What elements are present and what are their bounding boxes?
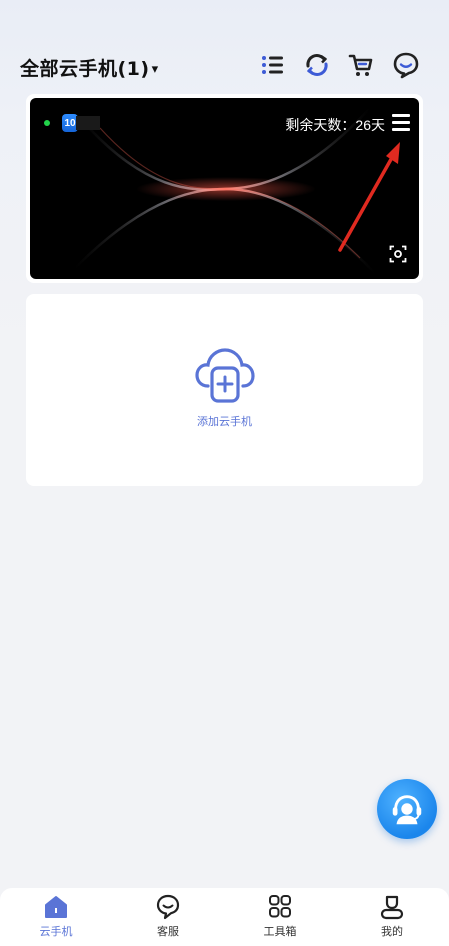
phone-menu-icon[interactable] [391, 112, 411, 132]
add-cloud-phone-icon [195, 348, 255, 403]
tab-cloud-phone[interactable]: 云手机 [11, 888, 101, 946]
chevron-down-icon: ▾ [151, 62, 159, 77]
phone-screen-preview[interactable]: 10 剩余天数：26天 [30, 98, 419, 279]
page-title: 全部云手机(1) [20, 58, 150, 80]
top-header: 全部云手机(1) ▾ [0, 44, 449, 88]
customer-service-fab[interactable] [377, 779, 437, 839]
tab-label: 客服 [157, 925, 179, 938]
list-icon[interactable] [258, 50, 288, 80]
add-cloud-phone-label: 添加云手机 [197, 415, 252, 428]
headset-agent-icon [392, 795, 422, 825]
tab-label: 工具箱 [263, 925, 297, 938]
message-icon[interactable] [391, 50, 421, 80]
cloud-phone-card[interactable]: 10 剩余天数：26天 [26, 94, 423, 283]
bottom-tab-bar: 云手机 客服 工具箱 我的 [0, 888, 449, 946]
refresh-icon[interactable] [302, 50, 332, 80]
tab-label: 我的 [381, 925, 403, 938]
profile-icon [380, 895, 404, 920]
cart-icon[interactable] [346, 50, 376, 80]
cloud-phone-home-icon [45, 896, 67, 918]
screenshot-icon[interactable] [389, 245, 407, 263]
tab-toolbox[interactable]: 工具箱 [235, 888, 325, 946]
toolbox-grid-icon [269, 895, 291, 918]
tab-customer-service[interactable]: 客服 [123, 888, 213, 946]
phone-name-mask [76, 116, 100, 130]
add-cloud-phone-card[interactable]: 添加云手机 [26, 294, 423, 486]
remaining-days-label: 剩余天数：26天 [285, 117, 385, 133]
tab-label: 云手机 [39, 925, 73, 938]
phone-group-selector[interactable]: 全部云手机(1) ▾ [20, 54, 159, 81]
customer-service-icon [156, 894, 180, 920]
tab-profile[interactable]: 我的 [347, 888, 437, 946]
online-status-dot [44, 120, 50, 126]
